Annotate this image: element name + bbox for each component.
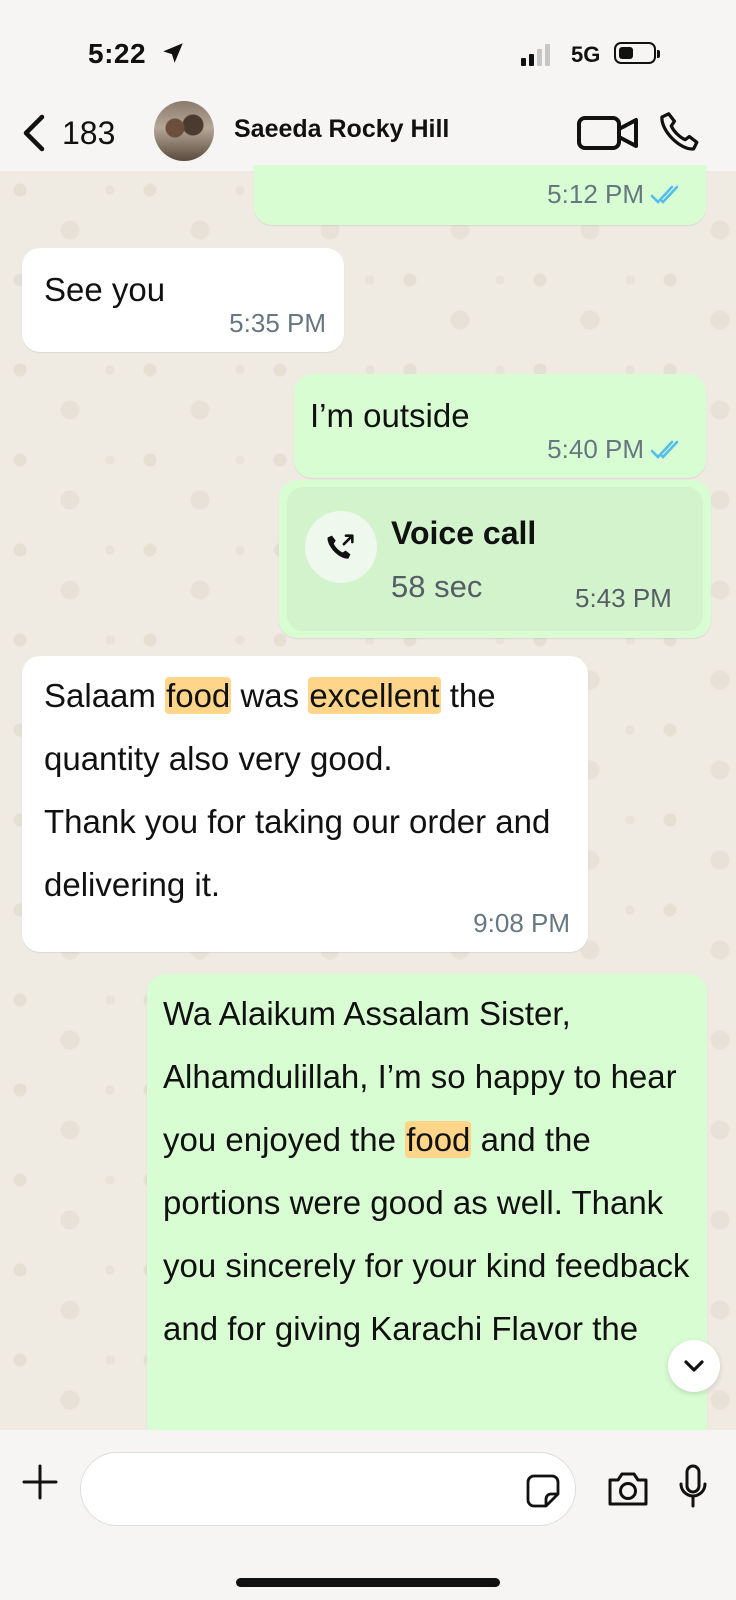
call-icon-circle xyxy=(305,511,377,583)
network-type: 5G xyxy=(571,42,601,67)
scroll-to-bottom-button[interactable] xyxy=(668,1340,720,1392)
text-segment: was xyxy=(231,677,309,714)
battery-icon xyxy=(614,42,660,64)
text-segment: Salaam xyxy=(44,677,166,714)
outgoing-call-icon xyxy=(327,534,354,559)
message-input[interactable] xyxy=(105,1471,509,1509)
double-check-icon xyxy=(650,440,679,459)
sticker-icon[interactable] xyxy=(526,1474,560,1508)
status-time: 5:22 xyxy=(88,38,147,69)
message-time: 5:40 PM xyxy=(547,434,644,464)
chevron-down-icon xyxy=(684,1360,704,1372)
microphone-icon[interactable] xyxy=(678,1464,708,1510)
unread-count: 183 xyxy=(62,114,116,151)
message-bubble-outgoing[interactable]: I’m outside 5:40 PM xyxy=(294,374,706,478)
message-bubble-outgoing[interactable]: Wa Alaikum Assalam Sister, Alhamdulillah… xyxy=(147,974,707,1430)
search-highlight: food xyxy=(165,677,232,714)
message-meta: 5:40 PM xyxy=(547,434,684,465)
message-meta: 5:12 PM xyxy=(547,179,684,210)
back-chevron-icon xyxy=(23,114,45,152)
message-text: Salaam food was excellent the quantity a… xyxy=(44,664,574,916)
message-bubble-incoming[interactable]: Salaam food was excellent the quantity a… xyxy=(22,656,588,952)
avatar[interactable] xyxy=(154,101,214,161)
call-duration: 58 sec xyxy=(391,569,483,604)
message-input-box[interactable] xyxy=(80,1452,576,1526)
video-call-icon[interactable] xyxy=(576,113,640,153)
location-arrow-icon xyxy=(163,43,183,63)
status-bar: 5:22 5G xyxy=(0,0,736,100)
call-title: Voice call xyxy=(391,515,537,551)
message-composer xyxy=(0,1430,736,1600)
double-check-icon xyxy=(650,185,679,204)
back-button[interactable]: 183 xyxy=(20,109,115,157)
voice-call-card[interactable]: Voice call 58 sec 5:43 PM xyxy=(287,487,703,631)
message-bubble-outgoing[interactable]: 5:12 PM xyxy=(254,165,706,225)
message-time: 5:43 PM xyxy=(575,583,672,613)
cellular-signal-icon xyxy=(521,44,550,66)
phone-icon[interactable] xyxy=(656,109,702,155)
message-time: 5:12 PM xyxy=(547,179,644,209)
message-text: See you xyxy=(44,271,166,308)
chat-header: 183 Saeeda Rocky Hill xyxy=(0,95,736,171)
plus-icon[interactable] xyxy=(22,1464,58,1500)
camera-icon[interactable] xyxy=(606,1470,650,1508)
message-bubble-incoming[interactable]: See you 5:35 PM xyxy=(22,248,344,352)
contact-name[interactable]: Saeeda Rocky Hill xyxy=(234,115,449,144)
message-time: 5:35 PM xyxy=(229,308,326,338)
home-indicator xyxy=(236,1578,500,1587)
text-segment: Thank you for taking our order and deliv… xyxy=(44,803,551,903)
search-highlight: food xyxy=(405,1121,472,1158)
message-text: Wa Alaikum Assalam Sister, Alhamdulillah… xyxy=(163,982,693,1360)
search-highlight: excellent xyxy=(308,677,441,714)
message-time: 9:08 PM xyxy=(473,908,570,938)
message-text: I’m outside xyxy=(310,397,470,434)
